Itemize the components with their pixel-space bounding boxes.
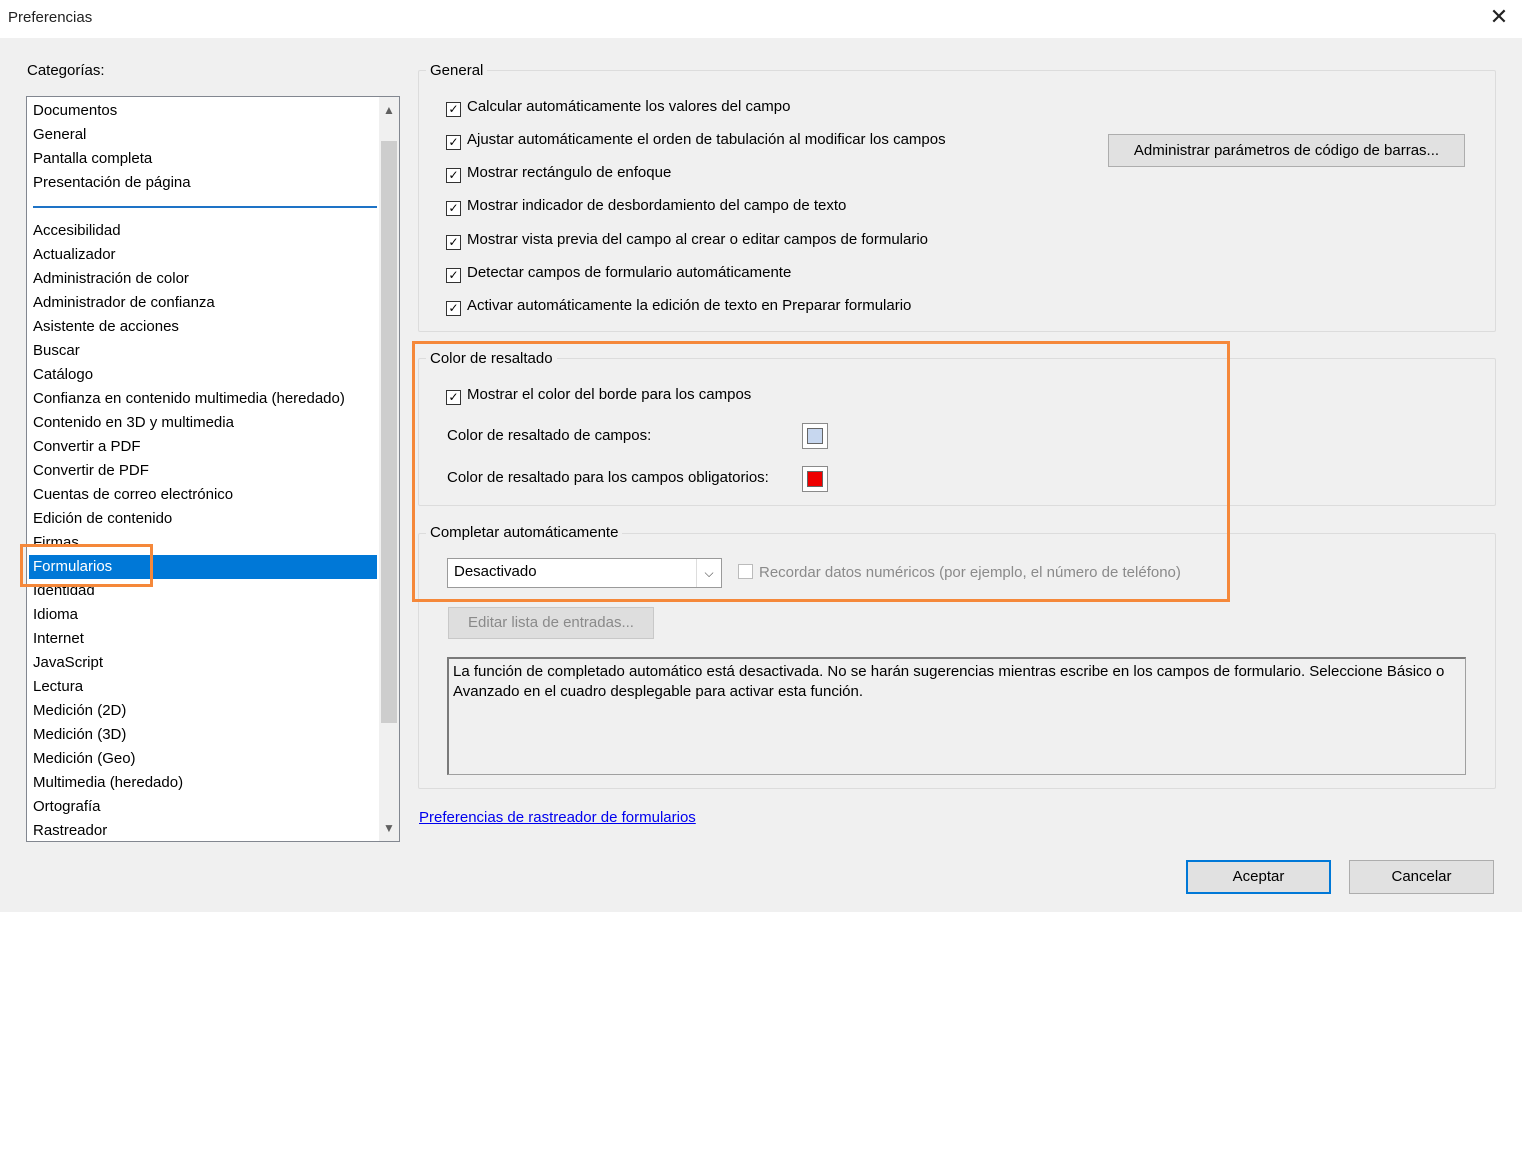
scroll-down-icon[interactable]: ▼ bbox=[379, 817, 399, 839]
category-item[interactable]: Multimedia (heredado) bbox=[33, 771, 183, 795]
category-item[interactable]: Confianza en contenido multimedia (hered… bbox=[33, 387, 345, 411]
general-option-label: Mostrar rectángulo de enfoque bbox=[467, 164, 672, 181]
ok-button[interactable]: Aceptar bbox=[1186, 860, 1331, 894]
categories-separator bbox=[33, 206, 377, 208]
category-item[interactable]: Asistente de acciones bbox=[33, 315, 179, 339]
checkbox-checked-icon[interactable]: ✓ bbox=[446, 168, 461, 183]
scrollbar-thumb[interactable] bbox=[381, 141, 397, 723]
categories-list[interactable]: Documentos General Pantalla completa Presen… bbox=[26, 96, 400, 842]
category-item[interactable]: Edición de contenido bbox=[33, 507, 172, 531]
category-item[interactable]: Accesibilidad bbox=[33, 219, 121, 243]
annotation-highlight-region bbox=[412, 341, 1230, 602]
category-item[interactable]: Convertir de PDF bbox=[33, 459, 149, 483]
barcode-settings-button[interactable]: Administrar parámetros de código de barr… bbox=[1108, 134, 1465, 167]
cancel-button[interactable]: Cancelar bbox=[1349, 860, 1494, 894]
close-icon[interactable]: ✕ bbox=[1484, 2, 1514, 32]
category-item[interactable]: Pantalla completa bbox=[33, 147, 152, 171]
category-item[interactable]: Internet bbox=[33, 627, 84, 651]
general-option-label: Calcular automáticamente los valores del… bbox=[467, 98, 791, 115]
form-tracker-preferences-link[interactable]: Preferencias de rastreador de formulario… bbox=[419, 809, 696, 826]
category-item[interactable]: Idioma bbox=[33, 603, 78, 627]
checkbox-checked-icon[interactable]: ✓ bbox=[446, 201, 461, 216]
category-item[interactable]: Actualizador bbox=[33, 243, 116, 267]
general-option-label: Detectar campos de formulario automática… bbox=[467, 264, 792, 281]
checkbox-checked-icon[interactable]: ✓ bbox=[446, 268, 461, 283]
autocomplete-description: La función de completado automático está… bbox=[447, 657, 1466, 775]
checkbox-checked-icon[interactable]: ✓ bbox=[446, 102, 461, 117]
general-option-label: Mostrar indicador de desbordamiento del … bbox=[467, 197, 847, 214]
general-option-row[interactable]: ✓ Ajustar automáticamente el orden de tab… bbox=[446, 128, 946, 152]
category-item[interactable]: Documentos bbox=[33, 99, 117, 123]
category-item[interactable]: Presentación de página bbox=[33, 171, 191, 195]
category-item[interactable]: Medición (2D) bbox=[33, 699, 126, 723]
category-item[interactable]: Ortografía bbox=[33, 795, 101, 819]
general-option-label: Activar automáticamente la edición de te… bbox=[467, 297, 912, 314]
general-option-row[interactable]: ✓ Calcular automáticamente los valores de… bbox=[446, 95, 791, 119]
general-legend: General bbox=[426, 62, 488, 79]
title-bar: Preferencias ✕ bbox=[0, 0, 1522, 38]
category-item[interactable]: Lectura bbox=[33, 675, 83, 699]
category-item[interactable]: General bbox=[33, 123, 86, 147]
annotation-highlight-formularios bbox=[20, 544, 153, 587]
general-option-row[interactable]: ✓ Mostrar vista previa del campo al crear… bbox=[446, 228, 928, 252]
general-option-row[interactable]: ✓ Mostrar indicador de desbordamiento del… bbox=[446, 194, 846, 218]
category-item[interactable]: Rastreador bbox=[33, 819, 107, 841]
category-item[interactable]: JavaScript bbox=[33, 651, 103, 675]
categories-scrollbar[interactable]: ▲ ▼ bbox=[379, 97, 399, 841]
category-item[interactable]: Contenido en 3D y multimedia bbox=[33, 411, 234, 435]
category-item[interactable]: Medición (3D) bbox=[33, 723, 126, 747]
checkbox-checked-icon[interactable]: ✓ bbox=[446, 135, 461, 150]
checkbox-checked-icon[interactable]: ✓ bbox=[446, 301, 461, 316]
edit-entries-list-button[interactable]: Editar lista de entradas... bbox=[448, 607, 654, 639]
checkbox-checked-icon[interactable]: ✓ bbox=[446, 235, 461, 250]
general-option-label: Mostrar vista previa del campo al crear … bbox=[467, 231, 929, 248]
categories-label: Categorías: bbox=[27, 62, 105, 79]
general-option-row[interactable]: ✓ Activar automáticamente la edición de t… bbox=[446, 294, 911, 318]
category-item[interactable]: Convertir a PDF bbox=[33, 435, 141, 459]
category-item[interactable]: Catálogo bbox=[33, 363, 93, 387]
category-item[interactable]: Administración de color bbox=[33, 267, 189, 291]
scroll-up-icon[interactable]: ▲ bbox=[379, 99, 399, 121]
category-item[interactable]: Cuentas de correo electrónico bbox=[33, 483, 233, 507]
category-item[interactable]: Buscar bbox=[33, 339, 80, 363]
general-option-row[interactable]: ✓ Detectar campos de formulario automátic… bbox=[446, 261, 791, 285]
window-title: Preferencias bbox=[8, 9, 93, 26]
category-item[interactable]: Administrador de confianza bbox=[33, 291, 215, 315]
general-option-row[interactable]: ✓ Mostrar rectángulo de enfoque bbox=[446, 161, 671, 185]
category-item[interactable]: Medición (Geo) bbox=[33, 747, 136, 771]
general-option-label: Ajustar automáticamente el orden de tabu… bbox=[467, 131, 946, 148]
